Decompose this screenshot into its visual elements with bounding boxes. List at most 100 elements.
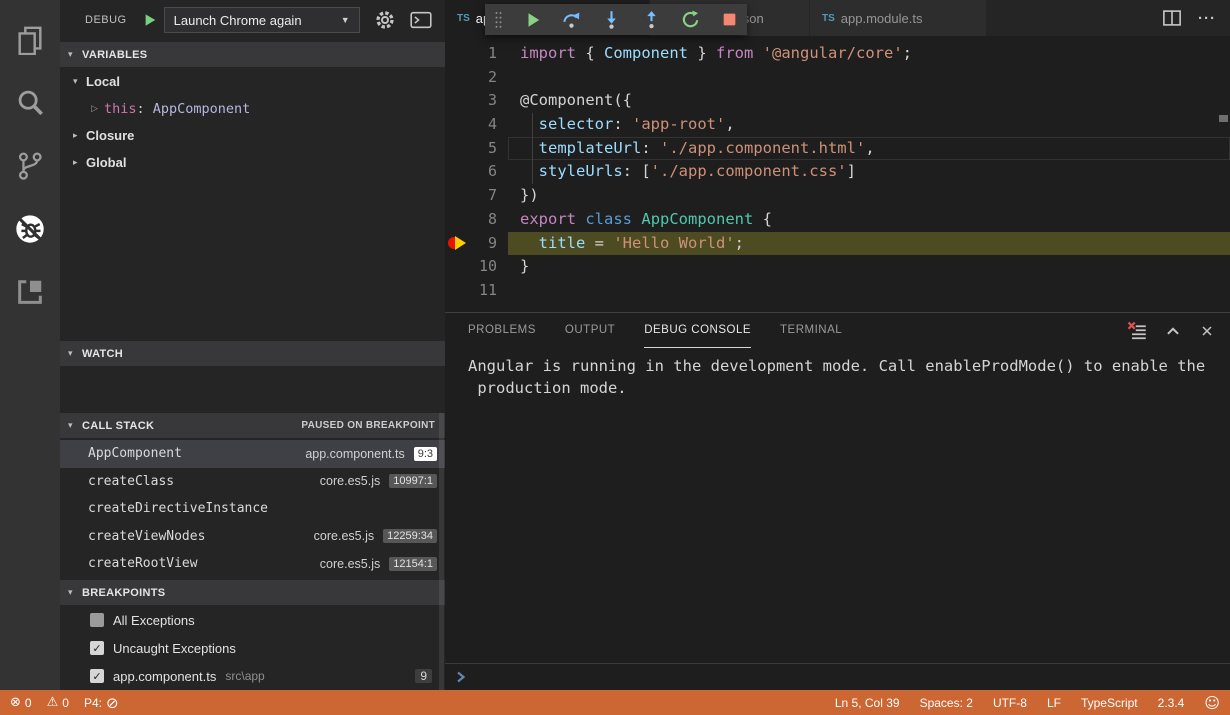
code-line-text [508, 66, 1230, 90]
breakpoints-section-header[interactable]: BREAKPOINTS [60, 580, 445, 605]
line-number[interactable]: 1 [488, 42, 508, 66]
debug-console-output: Angular is running in the development mo… [445, 348, 1230, 399]
code-line-5[interactable]: 5 templateUrl: './app.component.html', [445, 137, 1230, 161]
line-number[interactable]: 11 [479, 279, 508, 303]
variables-section-header[interactable]: VARIABLES [60, 42, 445, 67]
console-prompt-chevron-icon [455, 670, 467, 684]
panel-tab-problems[interactable]: PROBLEMS [468, 313, 536, 348]
scope-label: Global [86, 155, 126, 170]
split-editor-icon[interactable] [1162, 9, 1182, 27]
code-line-text: export class AppComponent { [508, 208, 1230, 232]
toolbar-drag-grip-icon[interactable] [494, 11, 503, 29]
line-number[interactable]: 2 [488, 66, 508, 90]
call-stack-frame[interactable]: createClasscore.es5.js10997:1 [60, 468, 445, 496]
variables-scope-global[interactable]: ▸Global [60, 149, 445, 176]
debug-config-dropdown[interactable]: Launch Chrome again ▼ [164, 7, 360, 33]
close-panel-icon[interactable] [1199, 323, 1215, 339]
debug-console-input[interactable] [445, 663, 1230, 690]
breakpoint-row[interactable]: ✓app.component.tssrc\app9 [60, 662, 445, 690]
code-line-2[interactable]: 2 [445, 66, 1230, 90]
frame-line-badge: 10997:1 [389, 474, 437, 488]
debug-start-button[interactable] [143, 13, 157, 27]
restart-button[interactable] [681, 10, 700, 29]
debug-settings-gear-icon[interactable] [375, 10, 395, 30]
activity-explorer-icon[interactable] [0, 8, 60, 71]
line-number[interactable]: 3 [488, 89, 508, 113]
code-line-6[interactable]: 6 styleUrls: ['./app.component.css'] [445, 160, 1230, 184]
code-line-1[interactable]: 1import { Component } from '@angular/cor… [445, 42, 1230, 66]
status-item-lf[interactable]: LF [1047, 696, 1061, 710]
breakpoint-label: app.component.ts [113, 669, 216, 684]
activity-debug-icon[interactable] [0, 197, 60, 260]
code-line-8[interactable]: 8export class AppComponent { [445, 208, 1230, 232]
variable-value: AppComponent [153, 101, 251, 117]
panel-tab-debug-console[interactable]: DEBUG CONSOLE [644, 313, 751, 348]
code-line-7[interactable]: 7}) [445, 184, 1230, 208]
line-number[interactable]: 8 [488, 208, 508, 232]
panel-tab-terminal[interactable]: TERMINAL [780, 313, 842, 348]
continue-button[interactable] [524, 11, 542, 29]
line-number[interactable]: 6 [488, 160, 508, 184]
variables-scope-closure[interactable]: ▸Closure [60, 122, 445, 149]
code-line-3[interactable]: 3@Component({ [445, 89, 1230, 113]
status-item-2-3-4[interactable]: 2.3.4 [1158, 696, 1185, 710]
variables-scope-local[interactable]: ▾Local [60, 68, 445, 95]
code-line-text: templateUrl: './app.component.html', [508, 137, 1230, 161]
status-item-utf-8[interactable]: UTF-8 [993, 696, 1027, 710]
debug-sidebar: DEBUG Launch Chrome again ▼ VARIABLES ▾L… [60, 0, 445, 690]
breakpoint-checkbox[interactable]: ✓ [90, 669, 104, 683]
status-item-typescript[interactable]: TypeScript [1081, 696, 1138, 710]
breakpoint-line-number: 9 [415, 669, 432, 683]
code-line-text: @Component({ [508, 89, 1230, 113]
call-stack-frame[interactable]: createDirectiveInstance [60, 495, 445, 523]
frame-file: core.es5.js [314, 529, 374, 543]
line-number[interactable]: 7 [488, 184, 508, 208]
breakpoint-current-execution-icon[interactable] [448, 236, 470, 250]
problems-warnings-indicator[interactable]: ⚠ 0 [47, 695, 69, 710]
error-count: 0 [25, 696, 32, 710]
editor-group: TSapp.component.tslaunch.jsonTSapp.modul… [445, 0, 1230, 312]
step-over-button[interactable] [562, 10, 581, 29]
sidebar-title: DEBUG [85, 14, 127, 26]
open-debug-console-icon[interactable] [410, 11, 432, 29]
call-stack-frame[interactable]: createRootViewcore.es5.js12154:1 [60, 550, 445, 578]
call-stack-frame[interactable]: AppComponentapp.component.ts9:3 [60, 440, 445, 468]
line-number[interactable]: 10 [479, 255, 508, 279]
code-line-11[interactable]: 11 [445, 279, 1230, 303]
problems-errors-indicator[interactable]: ⊗ 0 [10, 695, 32, 710]
line-number[interactable]: 9 [488, 232, 508, 256]
tab-app.module.ts[interactable]: TSapp.module.ts [810, 0, 987, 36]
code-line-10[interactable]: 10} [445, 255, 1230, 279]
call-stack-section-header[interactable]: CALL STACK PAUSED ON BREAKPOINT [60, 413, 445, 438]
line-number[interactable]: 5 [488, 137, 508, 161]
panel-tab-output[interactable]: OUTPUT [565, 313, 615, 348]
breakpoint-row[interactable]: All Exceptions [60, 606, 445, 634]
perforce-status[interactable]: P4: ⊘ [84, 694, 119, 712]
activity-search-icon[interactable] [0, 71, 60, 134]
feedback-smiley-icon[interactable]: ☺ [1204, 694, 1220, 712]
breakpoint-checkbox[interactable] [90, 613, 104, 627]
variable-row[interactable]: ▷this: AppComponent [60, 95, 445, 122]
code-editor[interactable]: 1import { Component } from '@angular/cor… [445, 36, 1230, 312]
perforce-label: P4: [84, 696, 102, 710]
line-number[interactable]: 4 [488, 113, 508, 137]
breakpoint-row[interactable]: ✓Uncaught Exceptions [60, 634, 445, 662]
breakpoint-checkbox[interactable]: ✓ [90, 641, 104, 655]
code-line-4[interactable]: 4 selector: 'app-root', [445, 113, 1230, 137]
maximize-panel-chevron-up-icon[interactable] [1164, 322, 1182, 340]
call-stack-frame[interactable]: createViewNodescore.es5.js12259:34 [60, 523, 445, 551]
code-line-text: selector: 'app-root', [508, 113, 1230, 137]
status-item-ln-5-col-39[interactable]: Ln 5, Col 39 [835, 696, 900, 710]
step-into-button[interactable] [602, 10, 621, 29]
step-out-button[interactable] [642, 10, 661, 29]
activity-source-control-icon[interactable] [0, 134, 60, 197]
stop-button[interactable] [721, 11, 738, 28]
watch-section-header[interactable]: WATCH [60, 341, 445, 366]
sidebar-scrollbar[interactable] [439, 413, 444, 690]
panel-tabs: PROBLEMS OUTPUT DEBUG CONSOLE TERMINAL [468, 313, 871, 348]
activity-extensions-icon[interactable] [0, 260, 60, 323]
more-actions-icon[interactable]: ··· [1198, 10, 1216, 27]
clear-console-icon[interactable] [1127, 321, 1147, 341]
status-item-spaces-2[interactable]: Spaces: 2 [920, 696, 973, 710]
code-line-9[interactable]: 9 title = 'Hello World'; [445, 232, 1230, 256]
